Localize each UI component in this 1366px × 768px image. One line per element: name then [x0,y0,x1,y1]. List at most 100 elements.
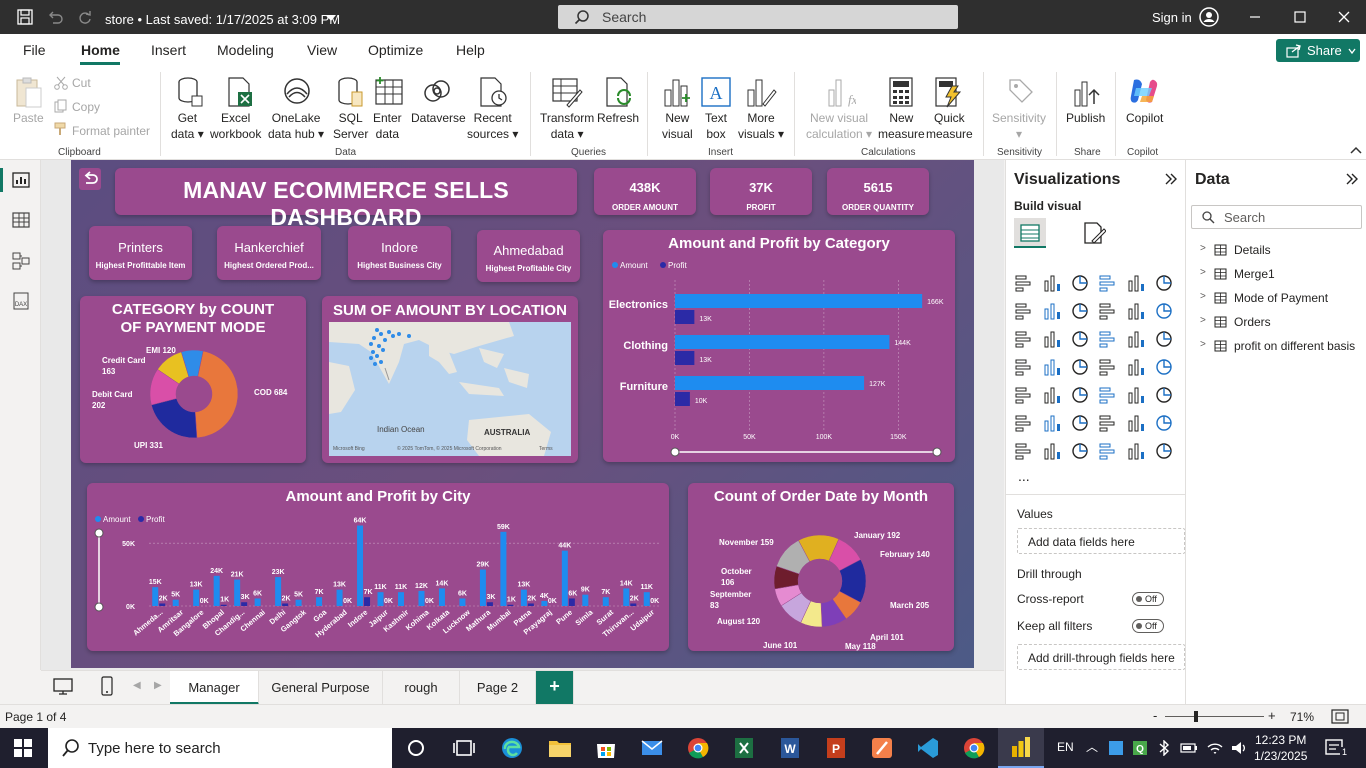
scatter-chart-icon[interactable] [1098,329,1118,349]
data-table-item[interactable]: > Mode of Payment [1200,289,1365,309]
new-visual-button[interactable]: New visual [662,110,693,142]
mobile-layout-icon[interactable] [101,676,113,696]
funnel-alt-chart-icon[interactable] [1070,329,1090,349]
chrome-icon[interactable] [962,737,986,759]
get-data-button[interactable]: Get data ▾ [171,110,204,142]
menu-home[interactable]: Home [81,42,120,58]
menu-file[interactable]: File [23,42,46,58]
transform-data-button[interactable]: Transform data ▾ [540,110,594,142]
undo-icon[interactable] [46,8,64,26]
paginated-report-icon[interactable] [1014,441,1034,461]
wifi-icon[interactable] [1206,740,1224,756]
paste-button[interactable]: Paste [13,110,44,126]
cortana-icon[interactable] [404,737,428,759]
menu-insert[interactable]: Insert [151,42,186,58]
vscode-icon[interactable] [916,737,940,759]
copilot-button[interactable]: Copilot [1126,110,1163,126]
smart-narrative-icon[interactable] [1126,413,1146,433]
paint-app-icon[interactable] [870,737,894,759]
donut-chart-icon[interactable] [1154,329,1174,349]
azure-map-chart-icon[interactable] [1098,357,1118,377]
refresh-button[interactable]: Refresh [597,110,639,126]
collapse-pane-icon[interactable] [1164,173,1178,185]
enter-data-button[interactable]: Enter data [373,110,402,142]
data-table-item[interactable]: > Details [1200,241,1365,261]
more-visuals-ellipsis[interactable]: ... [1018,468,1030,484]
chevron-down-icon[interactable] [326,14,336,22]
back-arrow-icon[interactable] [79,168,101,190]
drill-through-drop-zone[interactable]: Add drill-through fields here [1017,644,1185,670]
menu-help[interactable]: Help [456,42,485,58]
sensitivity-button[interactable]: Sensitivity ▾ [992,110,1046,142]
copy-button[interactable]: Copy [72,99,100,115]
show-hidden-icons[interactable]: ︿ [1086,738,1098,755]
values-drop-zone[interactable]: Add data fields here [1017,528,1185,554]
menu-optimize[interactable]: Optimize [368,42,423,58]
format-painter-button[interactable]: Format painter [72,123,150,139]
taskbar-clock[interactable]: 12:23 PM 1/23/2025 [1254,732,1307,764]
volume-icon[interactable] [1230,740,1248,756]
more-visuals-button[interactable]: More visuals ▾ [738,110,784,142]
file-explorer-icon[interactable] [548,737,572,759]
powerpoint-icon[interactable]: P [824,737,848,759]
publish-button[interactable]: Publish [1066,110,1105,126]
quick-measure-button[interactable]: Quick measure [926,110,973,142]
zoom-out-button[interactable]: - [1153,708,1157,723]
kpi-visual-icon[interactable] [1042,385,1062,405]
line-stacked-column-chart-icon[interactable] [1042,329,1062,349]
document-title[interactable]: store • Last saved: 1/17/2025 at 3:09 PM [105,12,340,27]
line-clustered-column-chart-icon[interactable] [1014,329,1034,349]
save-icon[interactable] [16,8,34,26]
table-view-icon[interactable] [12,212,30,228]
trophy-goals-icon[interactable] [1154,413,1174,433]
stacked-bar-chart-icon[interactable] [1014,273,1034,293]
multi-row-card-icon[interactable] [1014,385,1034,405]
battery-icon[interactable] [1180,741,1198,755]
card-visual-icon[interactable] [1154,357,1174,377]
word-icon[interactable]: W [778,737,802,759]
chrome-icon[interactable] [686,737,710,759]
expand-chevron-icon[interactable]: > [1200,267,1206,278]
desktop-layout-icon[interactable] [53,678,73,696]
new-visual-calculation-button[interactable]: New visual calculation ▾ [806,110,872,142]
expand-chevron-icon[interactable]: > [1200,315,1206,326]
recent-sources-button[interactable]: Recent sources ▾ [467,110,518,142]
share-button[interactable]: Share [1276,39,1360,62]
data-search-input[interactable]: Search [1191,205,1362,229]
line-chart-icon[interactable] [1014,301,1034,321]
tab-manager[interactable]: Manager [170,671,259,705]
zoom-slider-track[interactable] [1165,716,1264,717]
excel-workbook-button[interactable]: Excel workbook [210,110,261,142]
tab-page-2[interactable]: Page 2 [460,671,536,705]
onelake-button[interactable]: OneLake data hub ▾ [268,110,324,142]
qa-visual-icon[interactable] [1098,413,1118,433]
build-visual-tab[interactable] [1014,218,1046,248]
clustered-bar-chart-icon[interactable] [1070,273,1090,293]
slicer-visual-icon[interactable] [1070,385,1090,405]
minimize-icon[interactable] [1249,12,1261,22]
data-table-item[interactable]: > Orders [1200,313,1365,333]
waterfall-chart-icon[interactable] [1126,301,1146,321]
power-bi-taskbar-button[interactable] [998,728,1044,768]
clustered-column-chart-icon[interactable] [1098,273,1118,293]
collapse-pane-icon[interactable] [1345,173,1359,185]
fit-to-page-icon[interactable] [1331,709,1349,724]
menu-view[interactable]: View [307,42,337,58]
collapse-ribbon-icon[interactable] [1350,145,1362,155]
expand-chevron-icon[interactable]: > [1200,339,1206,350]
close-icon[interactable] [1338,11,1350,23]
dax-query-view-icon[interactable]: DAX [12,292,30,310]
expand-chevron-icon[interactable]: > [1200,291,1206,302]
gauge-chart-icon[interactable] [1126,357,1146,377]
scroll-right-icon[interactable]: ▶ [154,680,162,691]
sign-in-link[interactable]: Sign in [1152,10,1192,25]
tab-rough[interactable]: rough [383,671,460,705]
taskbar-search[interactable]: Type here to search [48,728,392,768]
task-view-icon[interactable] [452,737,476,759]
qlik-icon[interactable]: Q [1132,740,1148,756]
diamond-visual-icon[interactable] [1126,441,1146,461]
text-box-button[interactable]: Text box [705,110,727,142]
microsoft-store-icon[interactable] [594,737,618,759]
filled-map-chart-icon[interactable] [1070,357,1090,377]
stacked-area-chart-icon[interactable] [1070,301,1090,321]
